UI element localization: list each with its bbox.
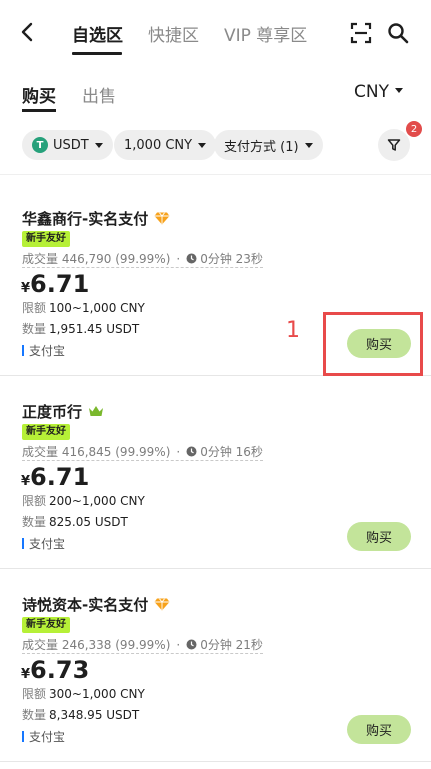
price-currency-symbol: ¥ xyxy=(21,474,31,489)
merchant-name[interactable]: 诗悦资本-实名支付 xyxy=(22,594,170,615)
newbie-friendly-tag: 新手友好 xyxy=(22,424,70,440)
limit-value: 200~1,000 CNY xyxy=(49,494,145,508)
unit-price: ¥6.71 xyxy=(21,270,89,298)
buy-button[interactable]: 购买 xyxy=(347,715,411,744)
limit-value: 100~1,000 CNY xyxy=(49,301,145,315)
merchant-name-text: 华鑫商行-实名支付 xyxy=(22,210,149,228)
trade-volume: 成交量 446,790 (99.99%) xyxy=(22,252,171,266)
payment-method: 支付宝 xyxy=(22,342,65,359)
merchant-name[interactable]: 正度币行 xyxy=(22,401,104,422)
quantity-value: 1,951.45 USDT xyxy=(49,322,140,336)
tab-vip-zone[interactable]: VIP 尊享区 xyxy=(224,21,307,46)
diamond-icon xyxy=(154,598,170,611)
newbie-friendly-tag: 新手友好 xyxy=(22,617,70,633)
price-value: 6.71 xyxy=(30,463,90,491)
scan-icon[interactable] xyxy=(350,22,372,44)
release-time: 0分钟 16秒 xyxy=(200,445,263,459)
payment-color-bar xyxy=(22,345,24,356)
limit-row: 限额 100~1,000 CNY xyxy=(22,299,145,316)
payment-method-label: 支付宝 xyxy=(29,730,66,744)
unit-price: ¥6.73 xyxy=(21,656,89,684)
trade-volume: 成交量 246,338 (99.99%) xyxy=(22,638,171,652)
unit-price: ¥6.71 xyxy=(21,463,89,491)
coin-filter-label: USDT xyxy=(53,137,89,153)
newbie-friendly-tag: 新手友好 xyxy=(22,231,70,247)
payment-filter[interactable]: 支付方式 (1) xyxy=(214,130,323,160)
currency-selector[interactable]: CNY xyxy=(354,82,403,102)
offer-card: 诗悦资本-实名支付 新手友好 成交量 246,338 (99.99%) · 0分… xyxy=(0,569,431,762)
quantity-value: 8,348.95 USDT xyxy=(49,708,140,722)
quantity-row: 数量 8,348.95 USDT xyxy=(22,706,139,723)
crown-icon xyxy=(89,406,104,416)
filter-button[interactable] xyxy=(378,129,410,161)
currency-label: CNY xyxy=(354,82,389,102)
buy-sell-tabs: 购买 出售 CNY xyxy=(0,76,431,116)
back-arrow-icon[interactable] xyxy=(16,20,40,44)
top-bar: 自选区 快捷区 VIP 尊享区 xyxy=(0,0,431,66)
annotation-highlight-box xyxy=(323,312,423,376)
quantity-label: 数量 xyxy=(22,515,47,529)
limit-value: 300~1,000 CNY xyxy=(49,687,145,701)
funnel-icon xyxy=(387,139,401,151)
price-value: 6.73 xyxy=(30,656,90,684)
quantity-row: 数量 1,951.45 USDT xyxy=(22,320,139,337)
trade-stats: 成交量 246,338 (99.99%) · 0分钟 21秒 xyxy=(22,637,263,654)
quantity-label: 数量 xyxy=(22,708,47,722)
offer-card: 正度币行 新手友好 成交量 416,845 (99.99%) · 0分钟 16秒… xyxy=(0,376,431,569)
filter-count-badge: 2 xyxy=(406,121,422,137)
payment-method: 支付宝 xyxy=(22,535,65,552)
limit-row: 限额 300~1,000 CNY xyxy=(22,685,145,702)
chevron-down-icon xyxy=(394,88,403,93)
price-currency-symbol: ¥ xyxy=(21,281,31,296)
chevron-down-icon xyxy=(304,142,313,148)
price-currency-symbol: ¥ xyxy=(21,667,31,682)
clock-icon xyxy=(186,639,197,650)
merchant-name-text: 诗悦资本-实名支付 xyxy=(22,596,149,614)
quantity-value: 825.05 USDT xyxy=(49,515,128,529)
payment-color-bar xyxy=(22,731,24,742)
clock-icon xyxy=(186,446,197,457)
quantity-label: 数量 xyxy=(22,322,47,336)
tab-buy[interactable]: 购买 xyxy=(22,82,56,107)
payment-filter-label: 支付方式 (1) xyxy=(224,139,299,155)
clock-icon xyxy=(186,253,197,264)
limit-row: 限额 200~1,000 CNY xyxy=(22,492,145,509)
coin-filter[interactable]: T USDT xyxy=(22,130,113,160)
buy-button[interactable]: 购买 xyxy=(347,522,411,551)
payment-method: 支付宝 xyxy=(22,728,65,745)
filter-bar: T USDT 1,000 CNY 支付方式 (1) 2 xyxy=(0,121,431,162)
buy-tab-indicator xyxy=(22,109,56,112)
release-time: 0分钟 21秒 xyxy=(200,638,263,652)
tab-sell[interactable]: 出售 xyxy=(82,82,116,107)
amount-filter-label: 1,000 CNY xyxy=(124,137,193,153)
divider xyxy=(0,174,431,175)
merchant-name[interactable]: 华鑫商行-实名支付 xyxy=(22,208,170,229)
active-tab-indicator xyxy=(72,52,122,55)
tab-favorites-zone[interactable]: 自选区 xyxy=(72,21,123,46)
usdt-icon: T xyxy=(32,137,48,153)
chevron-down-icon xyxy=(198,142,207,148)
trade-stats: 成交量 446,790 (99.99%) · 0分钟 23秒 xyxy=(22,251,263,268)
payment-method-label: 支付宝 xyxy=(29,537,66,551)
release-time: 0分钟 23秒 xyxy=(200,252,263,266)
chevron-down-icon xyxy=(94,142,103,148)
payment-color-bar xyxy=(22,538,24,549)
trade-volume: 成交量 416,845 (99.99%) xyxy=(22,445,171,459)
tab-express-zone[interactable]: 快捷区 xyxy=(148,21,199,46)
limit-label: 限额 xyxy=(22,494,47,508)
quantity-row: 数量 825.05 USDT xyxy=(22,513,128,530)
amount-filter[interactable]: 1,000 CNY xyxy=(114,130,217,160)
merchant-name-text: 正度币行 xyxy=(22,403,83,421)
search-icon[interactable] xyxy=(387,22,409,44)
price-value: 6.71 xyxy=(30,270,90,298)
payment-method-label: 支付宝 xyxy=(29,344,66,358)
annotation-label: 1 xyxy=(286,318,300,343)
trade-stats: 成交量 416,845 (99.99%) · 0分钟 16秒 xyxy=(22,444,263,461)
limit-label: 限额 xyxy=(22,301,47,315)
diamond-icon xyxy=(154,212,170,225)
limit-label: 限额 xyxy=(22,687,47,701)
